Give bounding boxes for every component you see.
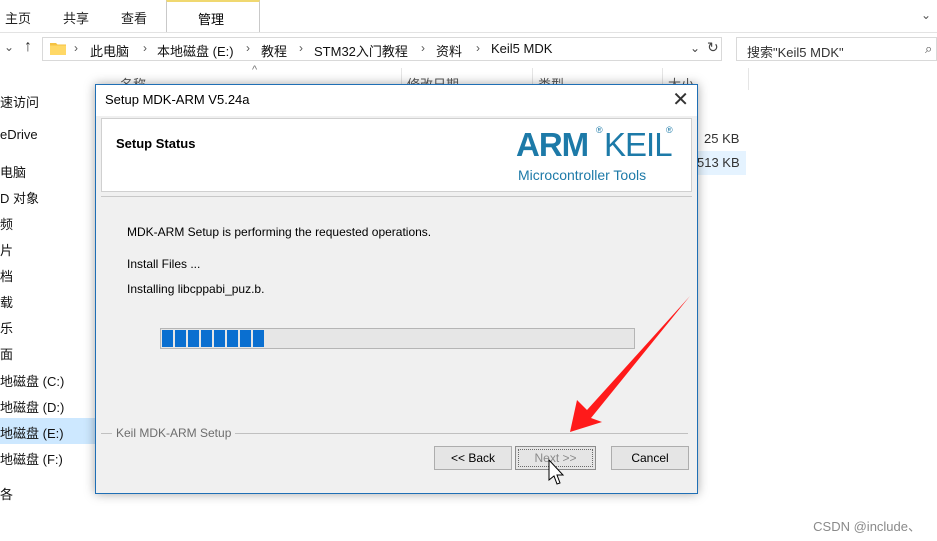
up-arrow-icon[interactable]: ↑ (24, 38, 32, 56)
progress-block (253, 330, 264, 347)
file-line: Installing libcppabi_puz.b. (127, 282, 265, 296)
header-divider (101, 196, 692, 197)
logo-keil: KEIL (604, 126, 673, 163)
dialog-title: Setup MDK-ARM V5.24a (105, 92, 250, 107)
search-icon[interactable]: ⌕ (925, 41, 932, 57)
sidebar-item-3d-objects[interactable]: D 对象 (0, 188, 39, 207)
registered-mark-icon: ® (596, 125, 603, 135)
progress-block (240, 330, 251, 347)
cancel-button[interactable]: Cancel (611, 446, 689, 470)
tab-manage-label: 管理 (198, 12, 225, 27)
group-label: Keil MDK-ARM Setup (112, 426, 236, 440)
column-divider[interactable] (748, 68, 749, 90)
search-input[interactable]: 搜索"Keil5 MDK" (747, 42, 844, 61)
sidebar-item-videos[interactable]: 频 (0, 214, 13, 233)
dialog-header: Setup Status ARM ® KEIL ® Microcontrolle… (101, 118, 692, 192)
file-size: 25 KB (704, 131, 740, 146)
status-line: MDK-ARM Setup is performing the requeste… (127, 225, 432, 239)
progress-block (201, 330, 212, 347)
folder-icon (50, 43, 66, 55)
breadcrumb-separator: › (246, 41, 250, 55)
progress-block (214, 330, 225, 347)
address-dropdown-icon[interactable]: ⌄ (690, 41, 700, 55)
logo-subtitle: Microcontroller Tools (518, 167, 647, 183)
progress-fill (162, 330, 264, 347)
sidebar-item-this-pc[interactable]: 电脑 (0, 162, 26, 181)
tab-home[interactable]: 主页 (5, 8, 31, 27)
logo-arm: ARM (516, 126, 589, 163)
progress-block (175, 330, 186, 347)
sidebar-item-desktop[interactable]: 面 (0, 344, 13, 363)
header-title: Setup Status (116, 136, 196, 151)
breadcrumb-materials[interactable]: 资料 (436, 41, 462, 60)
setup-dialog: Setup MDK-ARM V5.24a ✕ Setup Status ARM … (95, 84, 698, 494)
breadcrumb-separator: › (74, 41, 78, 55)
breadcrumb-stm32[interactable]: STM32入门教程 (314, 41, 408, 60)
progress-block (188, 330, 199, 347)
back-button[interactable]: << Back (434, 446, 512, 470)
tab-view[interactable]: 查看 (121, 8, 147, 27)
sidebar-item-drive-d[interactable]: 地磁盘 (D:) (0, 397, 64, 416)
breadcrumb-separator: › (143, 41, 147, 55)
breadcrumb-separator: › (299, 41, 303, 55)
breadcrumb-keil5[interactable]: Keil5 MDK (491, 41, 552, 56)
registered-mark-icon: ® (666, 125, 673, 135)
sidebar-item-drive-e[interactable]: 地磁盘 (E:) (0, 423, 64, 442)
breadcrumb-this-pc[interactable]: 此电脑 (90, 41, 129, 60)
file-size: 513 KB (697, 155, 740, 170)
recent-locations-icon[interactable]: ⌄ (4, 40, 14, 54)
close-icon[interactable]: ✕ (672, 88, 689, 112)
sidebar-item-music[interactable]: 乐 (0, 318, 13, 337)
breadcrumb-tutorial[interactable]: 教程 (261, 41, 287, 60)
dialog-titlebar[interactable]: Setup MDK-ARM V5.24a ✕ (96, 85, 697, 116)
sidebar-item-network[interactable]: 各 (0, 484, 13, 503)
sidebar-item-quick-access[interactable]: 速访问 (0, 92, 39, 111)
action-line: Install Files ... (127, 257, 201, 271)
sidebar-item-documents[interactable]: 档 (0, 266, 13, 285)
tab-share[interactable]: 共享 (63, 8, 89, 27)
sidebar-item-downloads[interactable]: 载 (0, 292, 13, 311)
search-box[interactable]: 搜索"Keil5 MDK" ⌕ (736, 37, 937, 61)
progress-bar (160, 328, 635, 349)
sidebar-item-onedrive[interactable]: eDrive (0, 127, 38, 142)
refresh-icon[interactable]: ↻ (707, 39, 719, 56)
breadcrumb-separator: › (476, 41, 480, 55)
watermark: CSDN @include、 (813, 519, 921, 534)
tab-manage[interactable]: 管理 (166, 0, 260, 32)
sidebar-item-pictures[interactable]: 片 (0, 240, 13, 259)
ribbon-expand-icon[interactable]: ⌄ (921, 8, 931, 22)
progress-block (227, 330, 238, 347)
progress-block (162, 330, 173, 347)
sidebar-item-drive-f[interactable]: 地磁盘 (F:) (0, 449, 63, 468)
breadcrumb-separator: › (421, 41, 425, 55)
next-button[interactable]: Next >> (515, 446, 596, 470)
sort-ascending-icon: ^ (252, 64, 258, 76)
ribbon: 主页 共享 查看 管理 ⌄ (0, 0, 937, 33)
breadcrumb-drive-e[interactable]: 本地磁盘 (E:) (157, 41, 234, 60)
sidebar-item-drive-c[interactable]: 地磁盘 (C:) (0, 371, 64, 390)
